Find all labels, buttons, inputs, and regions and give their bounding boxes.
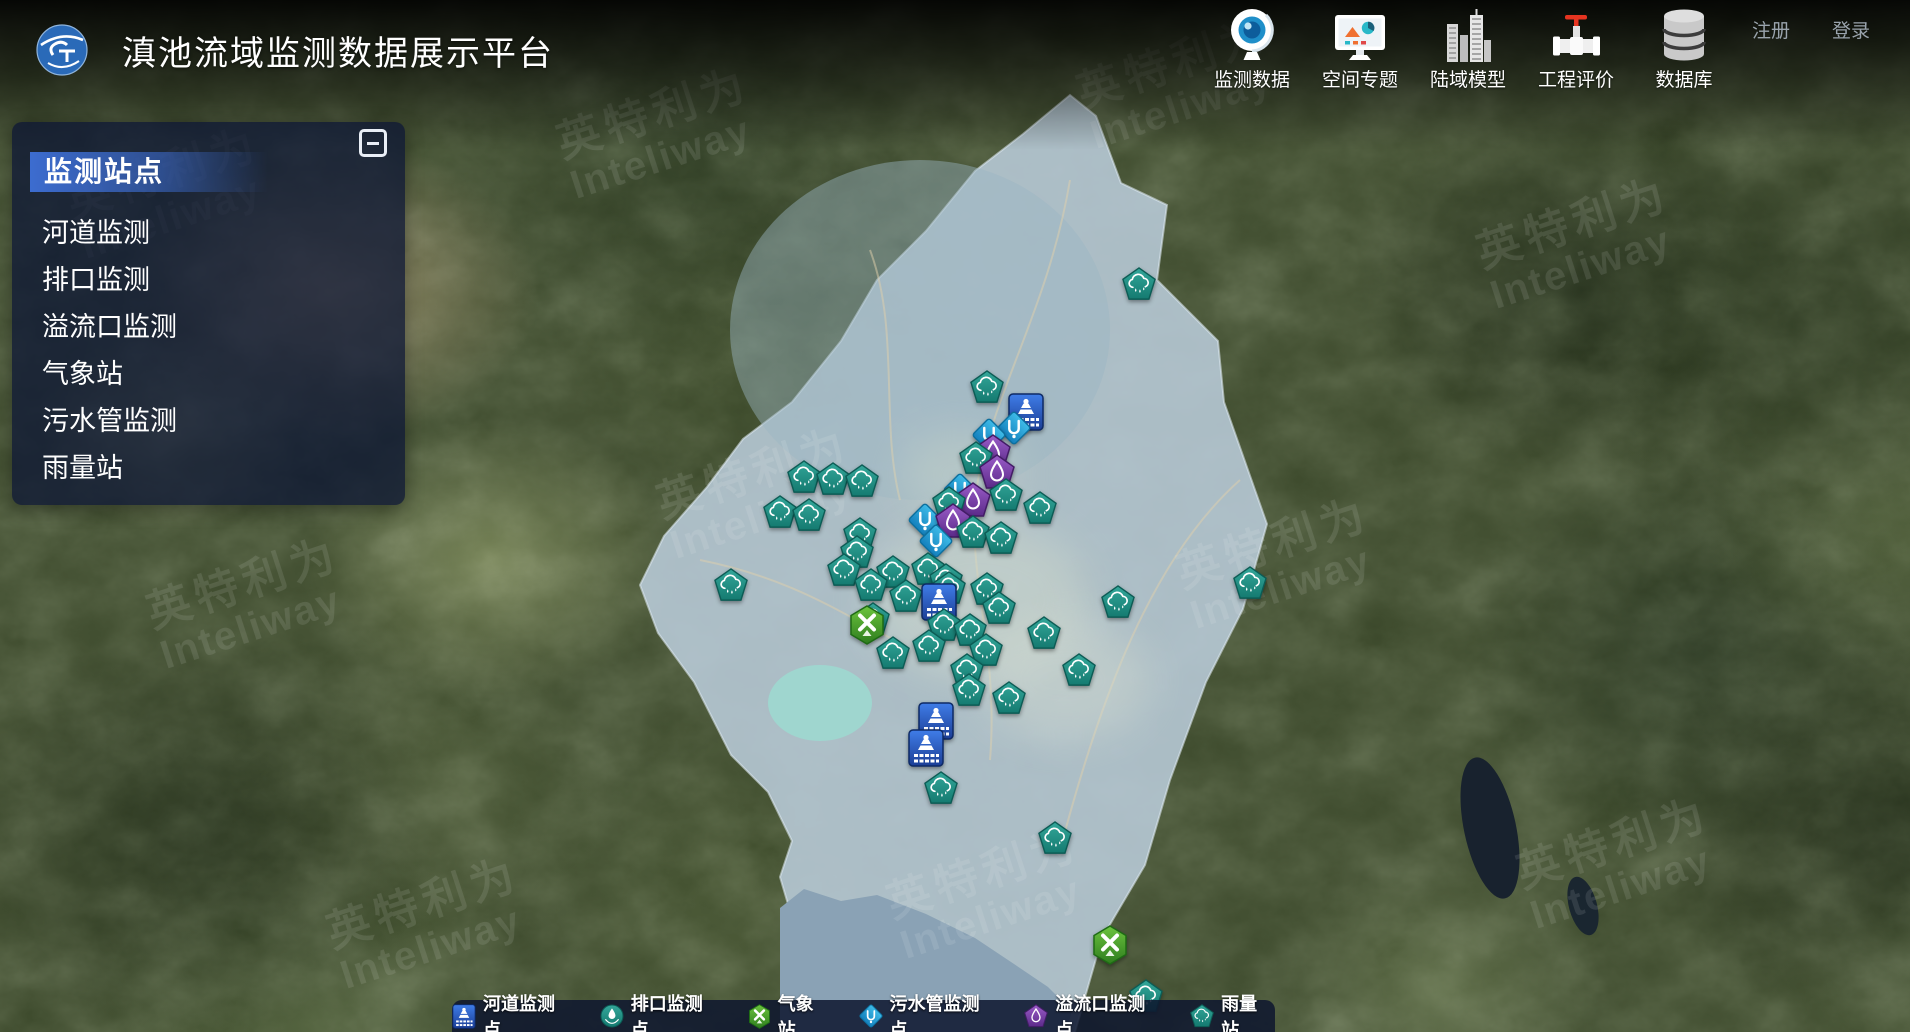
legend-label: 河道监测点: [483, 990, 573, 1032]
panel-title[interactable]: 监测站点: [30, 152, 268, 192]
river-marker-icon: [452, 1004, 476, 1029]
legend-item-river[interactable]: 河道监测点: [452, 990, 573, 1032]
header: 滇池流域监测数据展示平台 监测数据: [0, 0, 1910, 110]
top-nav: 监测数据 空间专: [1198, 6, 1738, 92]
sidebar-item-label: 雨量站: [42, 453, 123, 483]
legend-item-weather[interactable]: 气象站: [748, 990, 832, 1032]
rain-marker[interactable]: [714, 568, 748, 602]
register-link[interactable]: 注册: [1752, 16, 1790, 43]
rain-marker[interactable]: [912, 629, 946, 663]
sidebar-item-label: 排口监测: [42, 265, 150, 295]
river-marker[interactable]: [908, 729, 944, 767]
sidebar-item-label: 河道监测: [42, 218, 150, 248]
monitoring-stations-panel: 监测站点 河道监测 排口监测 溢流口监测 气象站: [12, 122, 405, 505]
rain-marker[interactable]: [952, 673, 986, 707]
pipe-valve-icon: [1550, 6, 1602, 62]
sidebar-item[interactable]: 河道监测: [12, 210, 405, 257]
platform-logo-icon: [36, 24, 88, 76]
sidebar-item[interactable]: 污水管监测: [12, 398, 405, 445]
legend-item-rain[interactable]: 雨量站: [1190, 990, 1275, 1032]
sidebar-item-label: 溢流口监测: [42, 312, 177, 342]
login-link[interactable]: 登录: [1832, 16, 1870, 43]
rain-marker[interactable]: [970, 370, 1004, 404]
rain-marker[interactable]: [1233, 566, 1267, 600]
rain-marker[interactable]: [1062, 653, 1096, 687]
monitor-chart-icon: [1334, 6, 1386, 62]
nav-label: 工程评价: [1538, 65, 1614, 92]
rain-marker[interactable]: [989, 478, 1023, 512]
nav-item-database[interactable]: 数据库: [1630, 6, 1738, 92]
sidebar-item-label: 污水管监测: [42, 406, 177, 436]
legend-label: 溢流口监测点: [1055, 990, 1163, 1032]
minus-icon: [367, 142, 379, 145]
page-title: 滇池流域监测数据展示平台: [122, 26, 554, 75]
weather-marker-icon: [748, 1004, 771, 1029]
sidebar-item[interactable]: 气象站: [12, 351, 405, 398]
rain-marker[interactable]: [792, 498, 826, 532]
legend-item-outlet[interactable]: 排口监测点: [600, 990, 721, 1032]
nav-label: 数据库: [1655, 65, 1712, 92]
legend-label: 气象站: [778, 990, 832, 1032]
rain-marker[interactable]: [984, 521, 1018, 555]
station-menu: 河道监测 排口监测 溢流口监测 气象站 污水管监测: [12, 210, 405, 492]
rain-marker[interactable]: [1122, 267, 1156, 301]
legend-label: 污水管监测点: [890, 990, 998, 1032]
sidebar-item[interactable]: 雨量站: [12, 445, 405, 492]
database-icon: [1661, 6, 1707, 62]
city-buildings-icon: [1444, 6, 1492, 62]
legend-label: 排口监测点: [631, 990, 721, 1032]
legend-item-overflow[interactable]: 溢流口监测点: [1024, 990, 1163, 1032]
nav-label: 空间专题: [1322, 65, 1398, 92]
nav-item-spatial-topics[interactable]: 空间专题: [1306, 6, 1414, 92]
sidebar-item[interactable]: 排口监测: [12, 257, 405, 304]
auth-links: 注册 登录: [1752, 16, 1870, 43]
legend-item-sewage[interactable]: 污水管监测点: [859, 990, 998, 1032]
nav-label: 陆域模型: [1430, 65, 1506, 92]
rain-marker-icon: [1190, 1004, 1214, 1028]
rain-marker[interactable]: [1101, 585, 1135, 619]
rain-marker[interactable]: [1023, 491, 1057, 525]
nav-label: 监测数据: [1214, 65, 1290, 92]
collapse-panel-button[interactable]: [359, 129, 387, 157]
rain-marker[interactable]: [889, 579, 923, 613]
outlet-marker-icon: [600, 1004, 624, 1028]
sidebar-item-label: 气象站: [42, 359, 123, 389]
legend-label: 雨量站: [1221, 990, 1275, 1032]
overflow-marker-icon: [1024, 1004, 1048, 1028]
rain-marker[interactable]: [845, 464, 879, 498]
nav-item-project-evaluation[interactable]: 工程评价: [1522, 6, 1630, 92]
rain-marker[interactable]: [924, 771, 958, 805]
nav-item-monitoring-data[interactable]: 监测数据: [1198, 6, 1306, 92]
brand: 滇池流域监测数据展示平台: [36, 24, 554, 76]
rain-marker[interactable]: [1038, 821, 1072, 855]
sidebar-item[interactable]: 溢流口监测: [12, 304, 405, 351]
rain-marker[interactable]: [992, 681, 1026, 715]
app-window: 英特利为Inteliway 英特利为Inteliway 英特利为Inteliwa…: [0, 0, 1910, 1032]
webcam-icon: [1227, 6, 1277, 62]
weather-marker[interactable]: [1092, 925, 1128, 965]
rain-marker[interactable]: [854, 568, 888, 602]
rain-marker[interactable]: [1027, 616, 1061, 650]
map-legend: 河道监测点 排口监测点 气象站 污水管监测点 溢流口监测点 雨量站: [452, 1000, 1275, 1032]
sewage-marker-icon: [859, 1004, 883, 1028]
nav-item-land-model[interactable]: 陆域模型: [1414, 6, 1522, 92]
rain-marker[interactable]: [982, 591, 1016, 625]
rain-marker[interactable]: [876, 636, 910, 670]
